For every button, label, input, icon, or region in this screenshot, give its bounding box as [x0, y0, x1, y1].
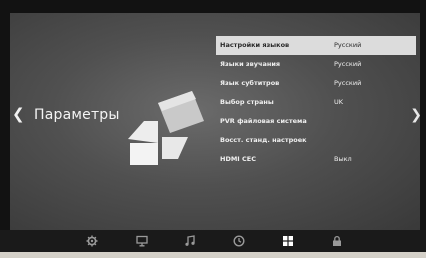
- menu-item-label: Восст. станд. настроек: [220, 136, 307, 144]
- section-title: Параметры: [34, 107, 120, 123]
- tv-bezel: ❮ Параметры ❯ Настройки языков Русский Я…: [0, 0, 426, 252]
- clock-icon[interactable]: [232, 234, 246, 248]
- menu-item-value: UK: [334, 98, 344, 106]
- menu-item-label: PVR файловая система: [220, 117, 307, 125]
- menu-item-label: Языки звучания: [220, 60, 281, 68]
- bottom-dock: [0, 230, 426, 252]
- menu-item-label: HDMI CEC: [220, 155, 256, 163]
- settings-menu: Настройки языков Русский Языки звучания …: [216, 36, 416, 169]
- menu-item-label: Выбор страны: [220, 98, 274, 106]
- menu-item-language-settings[interactable]: Настройки языков Русский: [216, 36, 416, 55]
- back-arrow-icon[interactable]: ❮: [12, 105, 25, 123]
- grid-icon[interactable]: [281, 234, 295, 248]
- menu-item-label: Настройки языков: [220, 41, 290, 49]
- music-note-icon[interactable]: [183, 234, 197, 248]
- menu-item-audio-languages[interactable]: Языки звучания Русский: [216, 55, 416, 74]
- menu-item-restore-defaults[interactable]: Восст. станд. настроек: [216, 131, 416, 150]
- menu-item-value: Русский: [334, 79, 362, 87]
- menu-item-hdmi-cec[interactable]: HDMI CEC Выкл: [216, 150, 416, 169]
- gear-icon[interactable]: [85, 234, 99, 248]
- menu-item-subtitle-language[interactable]: Язык субтитров Русский: [216, 74, 416, 93]
- options-logo-icon: [128, 91, 204, 165]
- monitor-icon[interactable]: [135, 234, 149, 248]
- menu-item-value: Русский: [334, 41, 362, 49]
- menu-item-value: Выкл: [334, 155, 352, 163]
- lock-icon[interactable]: [330, 234, 344, 248]
- menu-item-country[interactable]: Выбор страны UK: [216, 93, 416, 112]
- menu-item-pvr-filesystem[interactable]: PVR файловая система: [216, 112, 416, 131]
- tv-screen: ❮ Параметры ❯ Настройки языков Русский Я…: [10, 13, 420, 230]
- menu-item-value: Русский: [334, 60, 362, 68]
- menu-item-label: Язык субтитров: [220, 79, 280, 87]
